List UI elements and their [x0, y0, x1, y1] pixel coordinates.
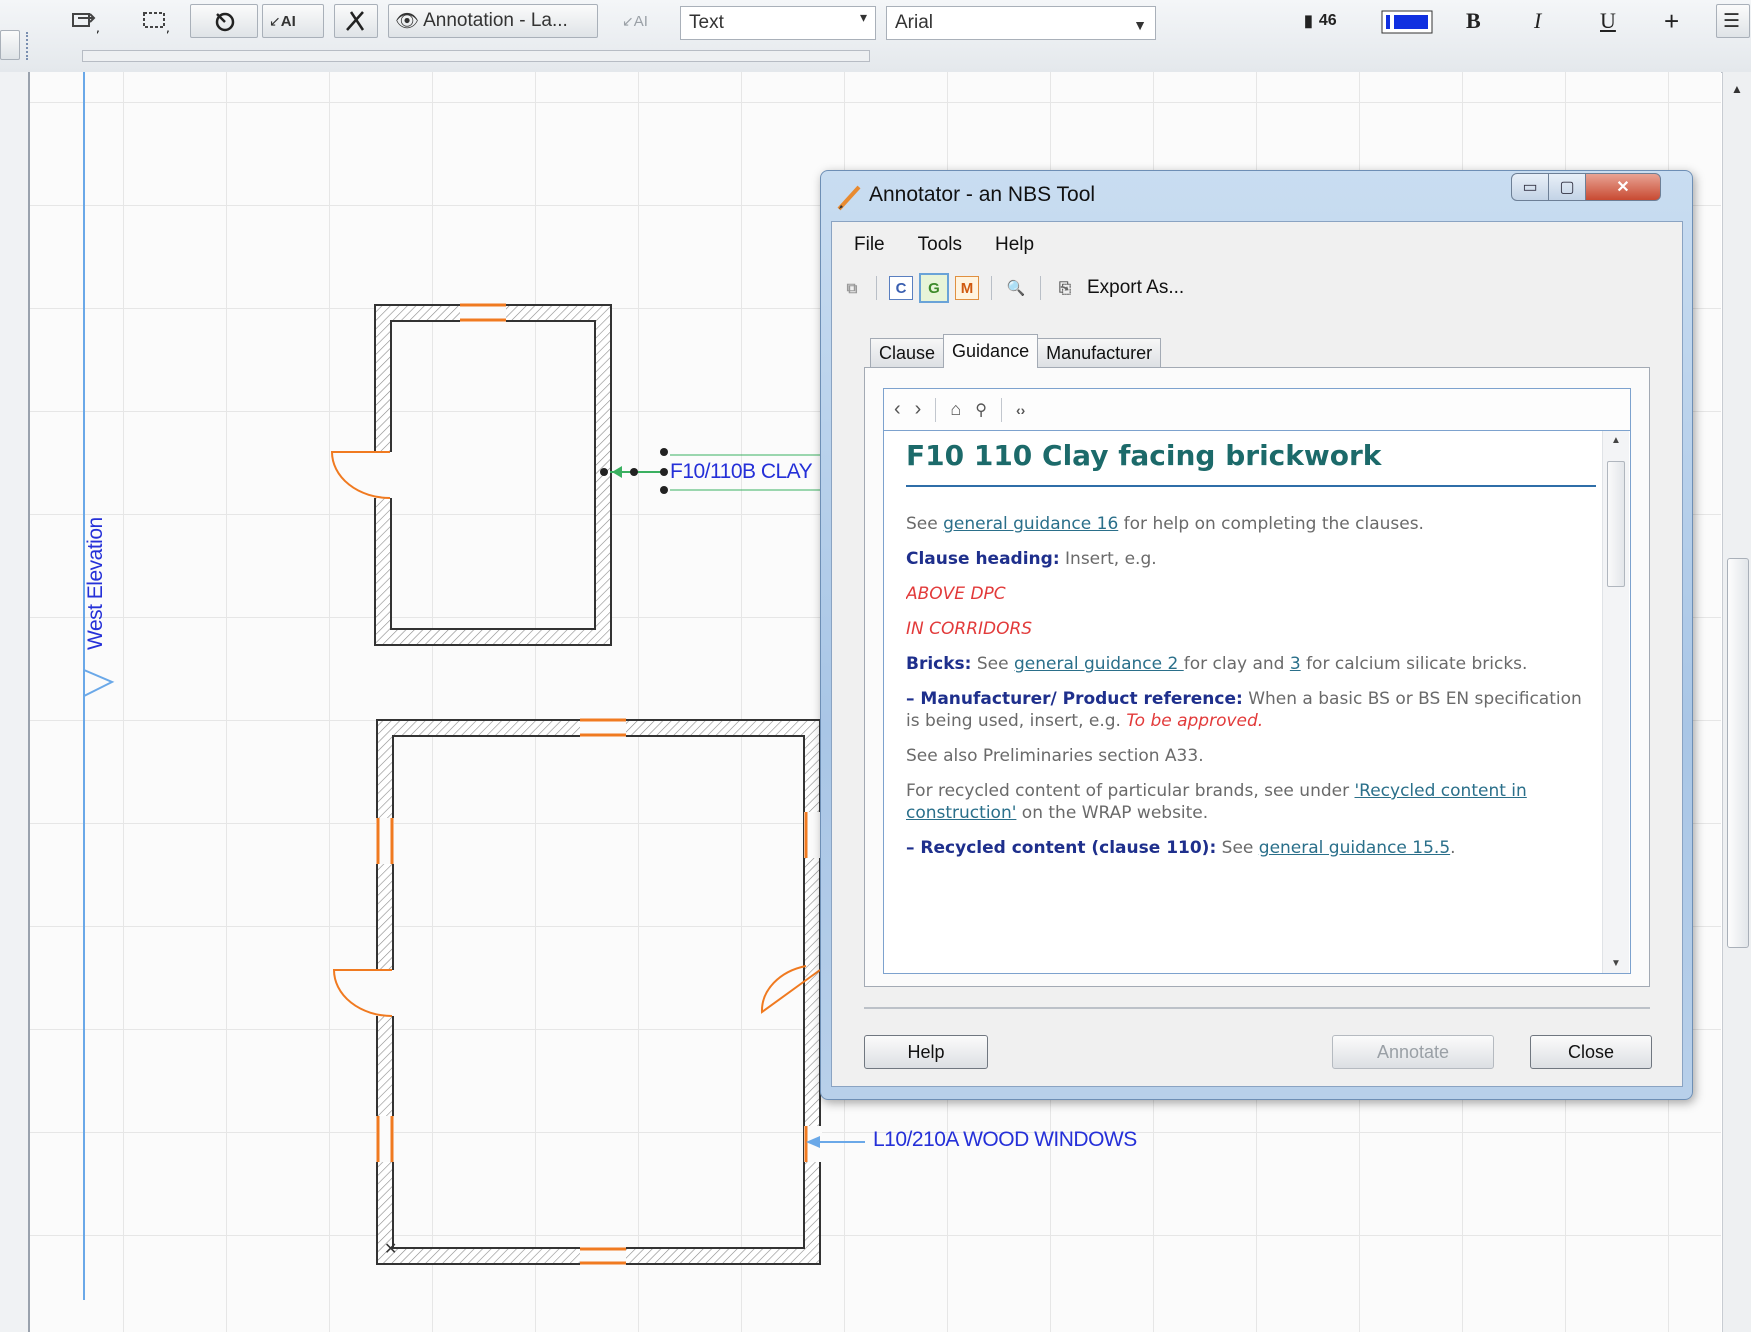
nav-separator: [1000, 397, 1002, 422]
home-icon[interactable]: ⌂: [950, 399, 961, 420]
brick-annotation-label[interactable]: F10/110B CLAY: [670, 460, 813, 484]
export-as-button[interactable]: Export As...: [1087, 277, 1184, 299]
example-in-corridors: IN CORRIDORS: [906, 619, 1033, 639]
content-scroll-thumb[interactable]: [1607, 461, 1625, 587]
source-icon[interactable]: ‹›: [1016, 402, 1025, 418]
annotate-button[interactable]: Annotate: [1332, 1035, 1494, 1069]
tab-manufacturer[interactable]: Manufacturer: [1037, 338, 1162, 368]
text: for calcium silicate bricks.: [1300, 654, 1528, 674]
tab-strip: Clause Guidance Manufacturer: [870, 334, 1162, 368]
help-button[interactable]: Help: [864, 1035, 988, 1069]
menu-bar: File Tools Help: [854, 234, 1034, 256]
window-annotation-label[interactable]: L10/210A WOOD WINDOWS: [873, 1128, 1137, 1152]
bold-label: Bricks:: [906, 654, 972, 674]
toolbar-separator: [876, 276, 877, 300]
clause-heading-para: Clause heading: Insert, e.g.: [906, 548, 1596, 570]
west-elevation-label[interactable]: West Elevation: [84, 517, 108, 650]
guidance-toggle-button[interactable]: G: [919, 273, 949, 303]
guidance-content: F10 110 Clay facing brickwork See genera…: [906, 439, 1596, 969]
clause-toggle-button[interactable]: C: [889, 276, 913, 300]
maximize-button[interactable]: ▢: [1548, 173, 1586, 201]
text: .: [1450, 838, 1456, 858]
find-icon[interactable]: ⚲: [975, 400, 987, 420]
bold-label: Clause heading:: [906, 549, 1060, 569]
guidance-heading: F10 110 Clay facing brickwork: [906, 439, 1596, 487]
tab-guidance[interactable]: Guidance: [943, 334, 1039, 368]
menu-help[interactable]: Help: [995, 234, 1034, 256]
text: for help on completing the clauses.: [1118, 514, 1424, 534]
close-button[interactable]: Close: [1530, 1035, 1652, 1069]
text: See: [971, 654, 1014, 674]
text: See: [1216, 838, 1259, 858]
export-icon[interactable]: ⎘: [1053, 276, 1077, 300]
minimize-button[interactable]: ▭: [1511, 173, 1549, 201]
recycled-clause-para: – Recycled content (clause 110): See gen…: [906, 837, 1596, 859]
nav-separator: [935, 397, 937, 422]
bold-label: – Manufacturer/ Product reference:: [906, 689, 1243, 709]
bricks-para: Bricks: See general guidance 2 for clay …: [906, 653, 1596, 675]
manufacturer-toggle-button[interactable]: M: [955, 276, 979, 300]
pencil-icon: [837, 185, 861, 211]
annotator-dialog: Annotator - an NBS Tool ▭ ▢ ✕ File Tools…: [820, 170, 1693, 1100]
text: for clay and: [1183, 654, 1290, 674]
dialog-client-area: File Tools Help ⧉ C G M 🔍 ⎘ Export As...…: [831, 221, 1683, 1087]
guidance-p1: See general guidance 16 for help on comp…: [906, 513, 1596, 535]
menu-file[interactable]: File: [854, 234, 885, 256]
upper-room: [330, 303, 612, 646]
link-general-guidance-16[interactable]: general guidance 16: [943, 514, 1118, 534]
svg-text:✕: ✕: [384, 1239, 397, 1258]
text: Insert, e.g.: [1059, 549, 1157, 569]
close-window-button[interactable]: ✕: [1585, 173, 1661, 201]
example-above-dpc: ABOVE DPC: [906, 584, 1006, 604]
red-text: To be approved.: [1126, 711, 1264, 731]
elevation-marker-icon: [83, 669, 115, 697]
see-also-para: See also Preliminaries section A33.: [906, 746, 1204, 766]
guidance-browser: ‹ › ⌂ ⚲ ‹› F10 110 Clay facing brickwork…: [883, 388, 1631, 974]
browser-nav-bar: ‹ › ⌂ ⚲ ‹›: [884, 389, 1630, 431]
lower-room: ✕: [332, 718, 822, 1265]
link-general-guidance-15-5[interactable]: general guidance 15.5: [1259, 838, 1450, 858]
dialog-icon-toolbar: ⧉ C G M 🔍 ⎘ Export As...: [840, 270, 1184, 306]
scroll-down-icon[interactable]: ▼: [1611, 958, 1621, 969]
dialog-title: Annotator - an NBS Tool: [869, 183, 1096, 206]
guidance-tab-panel: ‹ › ⌂ ⚲ ‹› F10 110 Clay facing brickwork…: [864, 367, 1650, 987]
bold-label: – Recycled content (clause 110):: [906, 838, 1217, 858]
toolbar-separator: [991, 276, 992, 300]
text: See: [906, 514, 944, 534]
minimize-icon: ▭: [1522, 179, 1538, 196]
close-icon: ✕: [1616, 179, 1630, 196]
menu-tools[interactable]: Tools: [918, 234, 962, 256]
recycled-para: For recycled content of particular brand…: [906, 780, 1596, 824]
text: on the WRAP website.: [1016, 803, 1209, 823]
search-icon[interactable]: 🔍: [1004, 276, 1028, 300]
copy-icon[interactable]: ⧉: [840, 276, 864, 300]
forward-icon[interactable]: ›: [915, 398, 922, 421]
link-general-guidance-2[interactable]: general guidance 2: [1014, 654, 1184, 674]
back-icon[interactable]: ‹: [894, 398, 901, 421]
scroll-up-icon[interactable]: ▲: [1611, 435, 1621, 446]
maximize-icon: ▢: [1559, 179, 1575, 196]
text: For recycled content of particular brand…: [906, 781, 1355, 801]
manufacturer-para: – Manufacturer/ Product reference: When …: [906, 688, 1596, 732]
tab-clause[interactable]: Clause: [870, 338, 945, 368]
button-separator: [864, 1007, 1650, 1009]
link-guidance-3[interactable]: 3: [1290, 654, 1301, 674]
toolbar-separator: [1040, 276, 1041, 300]
content-scrollbar[interactable]: ▲ ▼: [1602, 431, 1629, 973]
